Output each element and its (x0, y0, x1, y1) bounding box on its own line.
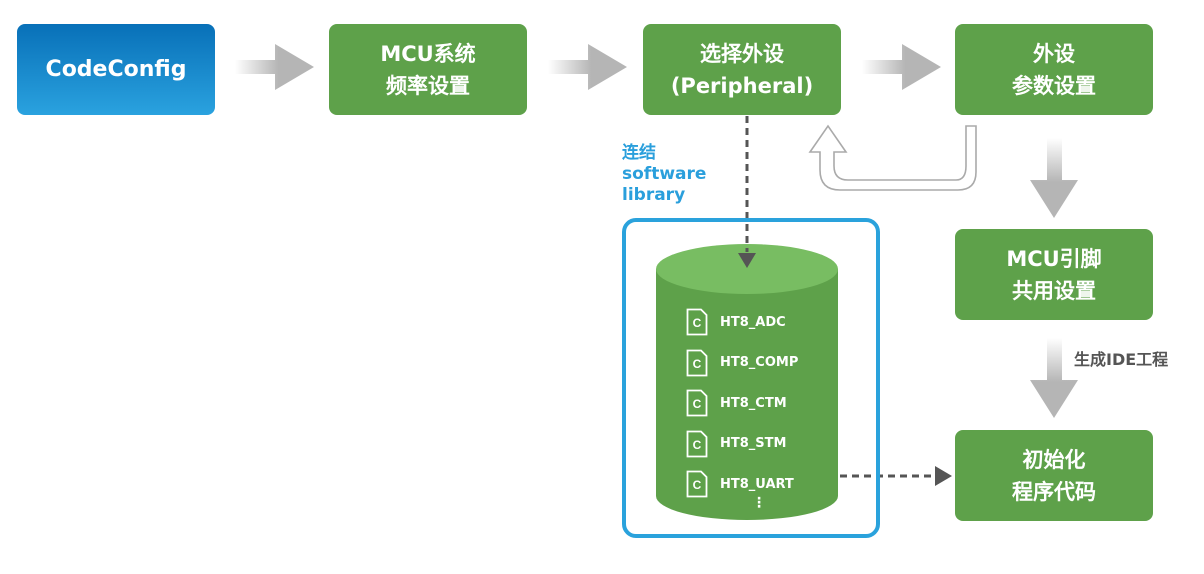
c-file-icon: C (686, 470, 708, 498)
library-file-name: HT8_STM (720, 436, 787, 452)
select-peripheral-label-2: (Peripheral) (670, 73, 814, 98)
c-file-icon: C (686, 389, 708, 417)
library-file-list: C HT8_ADC C HT8_COMP C HT8_CTM C HT8_STM… (686, 302, 798, 505)
init-code-box[interactable]: 初始化 程序代码 (955, 430, 1153, 521)
peripheral-params-box[interactable]: 外设 参数设置 (955, 24, 1153, 115)
arrow-params-to-pin (1030, 138, 1078, 218)
c-file-icon: C (686, 349, 708, 377)
library-file-name: HT8_UART (720, 476, 794, 492)
library-file-name: HT8_CTM (720, 395, 787, 411)
library-file[interactable]: C HT8_CTM (686, 383, 798, 424)
svg-text:C: C (693, 316, 702, 330)
library-label-line-2: software (622, 164, 707, 184)
peripheral-params-label-2: 参数设置 (1012, 73, 1096, 98)
c-file-icon: C (686, 430, 708, 458)
mcu-pin-label-2: 共用设置 (1012, 278, 1096, 303)
arrow-codeconfig-to-mcu-freq (235, 44, 314, 90)
peripheral-params-label-1: 外设 (1033, 41, 1075, 66)
svg-text:C: C (693, 478, 702, 492)
library-label-line-3: library (622, 185, 686, 205)
arrow-mcu-freq-to-select-peripheral (548, 44, 627, 90)
init-code-label-1: 初始化 (1022, 447, 1086, 472)
library-file-name: HT8_ADC (720, 314, 786, 330)
mcu-pin-box[interactable]: MCU引脚 共用设置 (955, 229, 1153, 320)
svg-text:C: C (693, 357, 702, 371)
mcu-frequency-label-1: MCU系统 (380, 41, 476, 66)
more-files-ellipsis: ⋮ (752, 495, 766, 511)
init-code-label-2: 程序代码 (1012, 479, 1096, 504)
generate-ide-project-label: 生成IDE工程 (1074, 350, 1169, 369)
codeconfig-label: CodeConfig (45, 56, 187, 82)
mcu-frequency-box[interactable]: MCU系统 频率设置 (329, 24, 527, 115)
codeconfig-box[interactable]: CodeConfig (17, 24, 215, 115)
mcu-frequency-label-2: 频率设置 (386, 73, 470, 98)
library-file[interactable]: C HT8_STM (686, 424, 798, 465)
c-file-icon: C (686, 308, 708, 336)
software-library-label: 连结 software library (622, 143, 706, 206)
return-arrow-params-to-select (808, 124, 977, 191)
svg-text:C: C (693, 438, 702, 452)
library-file[interactable]: C HT8_COMP (686, 343, 798, 384)
svg-text:C: C (693, 397, 702, 411)
arrow-select-to-params (862, 44, 941, 90)
mcu-pin-label-1: MCU引脚 (1006, 246, 1102, 271)
library-file[interactable]: C HT8_UART (686, 464, 798, 505)
library-file[interactable]: C HT8_ADC (686, 302, 798, 343)
select-peripheral-box[interactable]: 选择外设 (Peripheral) (643, 24, 841, 115)
select-peripheral-label-1: 选择外设 (700, 41, 784, 66)
library-label-line-1: 连结 (622, 143, 656, 163)
arrow-pin-to-init (1030, 338, 1078, 418)
library-file-name: HT8_COMP (720, 355, 799, 371)
